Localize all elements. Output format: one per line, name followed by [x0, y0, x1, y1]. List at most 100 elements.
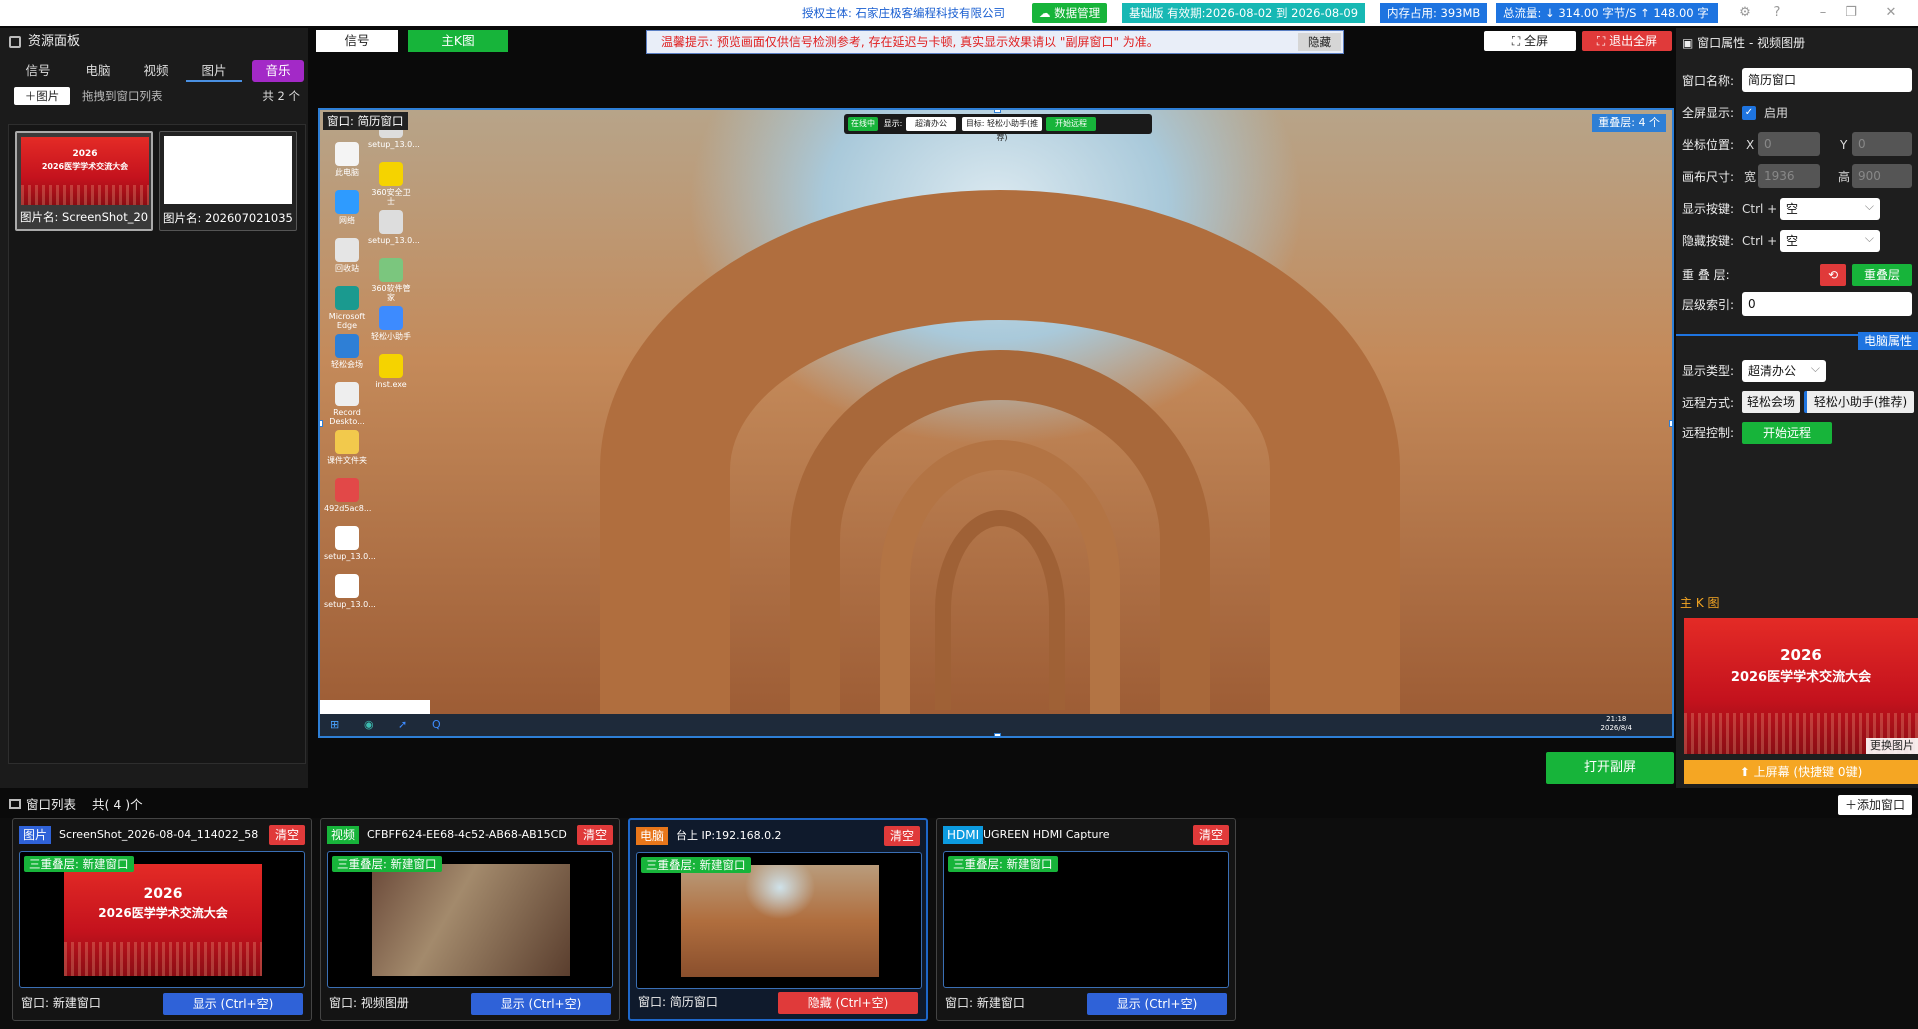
- add-window-button[interactable]: ＋添加窗口: [1838, 795, 1912, 815]
- desktop-icon[interactable]: 360软件管家: [368, 258, 414, 302]
- tab-signal-preview[interactable]: 信号: [316, 30, 398, 52]
- card-preview-hdmi: [988, 864, 1186, 976]
- open-sub-screen-button[interactable]: 打开副屏: [1546, 752, 1674, 784]
- desktop-icon[interactable]: 课件文件夹: [324, 430, 370, 465]
- window-name-input[interactable]: 简历窗口: [1742, 68, 1912, 92]
- start-remote-button[interactable]: 开始远程: [1742, 422, 1832, 444]
- image-thumbnail[interactable]: 图片名: 202607021035: [159, 131, 297, 231]
- layer-index-row: 层级索引: 0: [1676, 292, 1918, 318]
- desktop-icon[interactable]: Record Deskto...: [324, 382, 370, 426]
- edge-taskbar-icon[interactable]: ◉: [364, 718, 374, 731]
- data-management-button[interactable]: ☁ 数据管理: [1032, 3, 1108, 23]
- remote-option-assistant[interactable]: 轻松小助手(推荐): [1804, 391, 1914, 413]
- desktop-icon[interactable]: 360安全卫士: [368, 162, 414, 206]
- card-preview[interactable]: 三重叠层: 新建窗口: [327, 851, 613, 988]
- desktop-icon[interactable]: 此电脑: [324, 142, 370, 177]
- desktop-icon[interactable]: inst.exe: [368, 354, 414, 389]
- clear-button[interactable]: 清空: [884, 826, 920, 846]
- windows-start-icon[interactable]: ⊞: [330, 718, 339, 731]
- remote-status: 在线中: [848, 117, 878, 131]
- fullscreen-checkbox[interactable]: ✓: [1742, 106, 1756, 120]
- close-icon[interactable]: ✕: [1880, 3, 1902, 23]
- desktop-icon[interactable]: 轻松会场: [324, 334, 370, 369]
- card-type-badge: 视频: [327, 826, 360, 844]
- window-card[interactable]: 电脑 台上 IP:192.168.0.2 清空 三重叠层: 新建窗口 窗口: 简历窗口 隐…: [628, 818, 928, 1021]
- hide-key-select[interactable]: 空: [1780, 227, 1880, 252]
- settings-icon[interactable]: ⚙: [1734, 3, 1756, 23]
- remote-desktop-preview[interactable]: 此电脑网络回收站 Microsoft Edge 轻松会场 Record Deskto.…: [318, 108, 1674, 738]
- name-row: 窗口名称: 简历窗口: [1676, 68, 1918, 94]
- clear-button[interactable]: 清空: [1193, 825, 1229, 845]
- show-window-button[interactable]: 显示 (Ctrl+空): [471, 993, 611, 1015]
- exit-fullscreen-button[interactable]: ⛶ 退出全屏: [1582, 31, 1672, 51]
- display-type-select[interactable]: 超清办公: [1742, 357, 1826, 382]
- desktop-icon[interactable]: Microsoft Edge: [324, 286, 370, 330]
- resource-panel-header: 资源面板: [0, 28, 308, 56]
- clear-button[interactable]: 清空: [577, 825, 613, 845]
- card-preview[interactable]: 三重叠层: 新建窗口 2026 2026医学学术交流大会: [19, 851, 305, 988]
- card-window-label: 窗口: 新建窗口: [21, 996, 101, 1010]
- resize-handle-bottom[interactable]: [994, 733, 1001, 736]
- overlay-tag[interactable]: 三重叠层: 新建窗口: [641, 857, 751, 873]
- desktop-icon[interactable]: setup_13.0...: [324, 526, 376, 561]
- show-key-select[interactable]: 空: [1780, 195, 1880, 220]
- restore-icon[interactable]: ❐: [1840, 3, 1862, 23]
- change-image-button[interactable]: 更换图片: [1866, 738, 1918, 754]
- image-thumbnail[interactable]: 2026 2026医学学术交流大会 图片名: ScreenShot_20: [15, 131, 153, 231]
- hide-warning-button[interactable]: 隐藏: [1298, 33, 1341, 51]
- hide-window-button[interactable]: 隐藏 (Ctrl+空): [778, 992, 918, 1014]
- meeting-taskbar-icon[interactable]: Q: [432, 718, 441, 731]
- resize-handle-left[interactable]: [320, 420, 323, 427]
- card-preview[interactable]: 三重叠层: 新建窗口: [636, 852, 922, 989]
- tab-signal[interactable]: 信号: [10, 60, 66, 82]
- fullscreen-row: 全屏显示: ✓ 启用: [1676, 100, 1918, 126]
- remote-option-meeting[interactable]: 轻松会场: [1742, 391, 1800, 413]
- desktop-icon[interactable]: 回收站: [324, 238, 370, 273]
- add-image-button[interactable]: ＋图片: [14, 87, 70, 105]
- show-key-row: 显示按键: Ctrl + 空: [1676, 195, 1918, 222]
- remote-target-select[interactable]: 目标: 轻松小助手(推荐): [962, 117, 1042, 142]
- show-window-button[interactable]: 显示 (Ctrl+空): [1087, 993, 1227, 1015]
- height-input[interactable]: 900: [1852, 164, 1912, 188]
- overlay-tag[interactable]: 三重叠层: 新建窗口: [24, 856, 134, 872]
- resize-handle-top[interactable]: [994, 110, 1001, 113]
- y-input[interactable]: 0: [1852, 132, 1912, 156]
- minimize-icon[interactable]: –: [1812, 3, 1834, 23]
- remote-start-button[interactable]: 开始远程: [1046, 117, 1096, 131]
- help-icon[interactable]: ?: [1766, 3, 1788, 23]
- refresh-overlay-icon[interactable]: ⟲: [1820, 264, 1846, 286]
- fullscreen-button[interactable]: ⛶ 全屏: [1484, 31, 1576, 51]
- overlay-count-badge[interactable]: 重叠层: 4 个: [1592, 114, 1666, 132]
- desktop-icon[interactable]: 492d5ac8...: [324, 478, 371, 513]
- overlay-tag[interactable]: 三重叠层: 新建窗口: [332, 856, 442, 872]
- plus-icon: ＋: [1844, 798, 1857, 812]
- upload-to-screen-button[interactable]: ⬆ 上屏幕 (快捷键 0键): [1684, 760, 1918, 784]
- desktop-icon[interactable]: 轻松小助手: [368, 306, 414, 341]
- app-icon: [335, 238, 359, 262]
- width-input[interactable]: 1936: [1758, 164, 1820, 188]
- overlay-button[interactable]: 重叠层: [1852, 264, 1912, 286]
- layer-index-input[interactable]: 0: [1742, 292, 1912, 316]
- app-icon: [335, 574, 359, 598]
- tab-music[interactable]: 音乐: [252, 60, 304, 82]
- desktop-icon[interactable]: setup_13.0...: [324, 574, 376, 609]
- remote-mode-select[interactable]: 超清办公: [906, 117, 956, 131]
- tab-computer[interactable]: 电脑: [70, 60, 126, 82]
- window-card[interactable]: 图片 ScreenShot_2026-08-04_114022_589 清空 三重叠层…: [12, 818, 312, 1021]
- assistant-taskbar-icon[interactable]: ➚: [398, 718, 407, 731]
- pc-properties-tab[interactable]: 电脑属性: [1857, 332, 1918, 350]
- desktop-icon[interactable]: setup_13.0...: [368, 210, 420, 245]
- resize-handle-right[interactable]: [1669, 420, 1672, 427]
- tab-main-kv[interactable]: 主K图: [408, 30, 508, 52]
- window-card[interactable]: 视频 CFBFF624-EE68-4c52-AB68-AB15CD379E0E 清空…: [320, 818, 620, 1021]
- tab-video[interactable]: 视频: [128, 60, 184, 82]
- clear-button[interactable]: 清空: [269, 825, 305, 845]
- x-input[interactable]: 0: [1758, 132, 1820, 156]
- window-card[interactable]: HDMI UGREEN HDMI Capture 清空 三重叠层: 新建窗口 窗口: 新…: [936, 818, 1236, 1021]
- desktop-icon[interactable]: 网络: [324, 190, 370, 225]
- tab-image[interactable]: 图片: [186, 60, 242, 82]
- card-preview[interactable]: 三重叠层: 新建窗口: [943, 851, 1229, 988]
- overlay-tag[interactable]: 三重叠层: 新建窗口: [948, 856, 1058, 872]
- cloud-icon: ☁: [1039, 6, 1055, 20]
- show-window-button[interactable]: 显示 (Ctrl+空): [163, 993, 303, 1015]
